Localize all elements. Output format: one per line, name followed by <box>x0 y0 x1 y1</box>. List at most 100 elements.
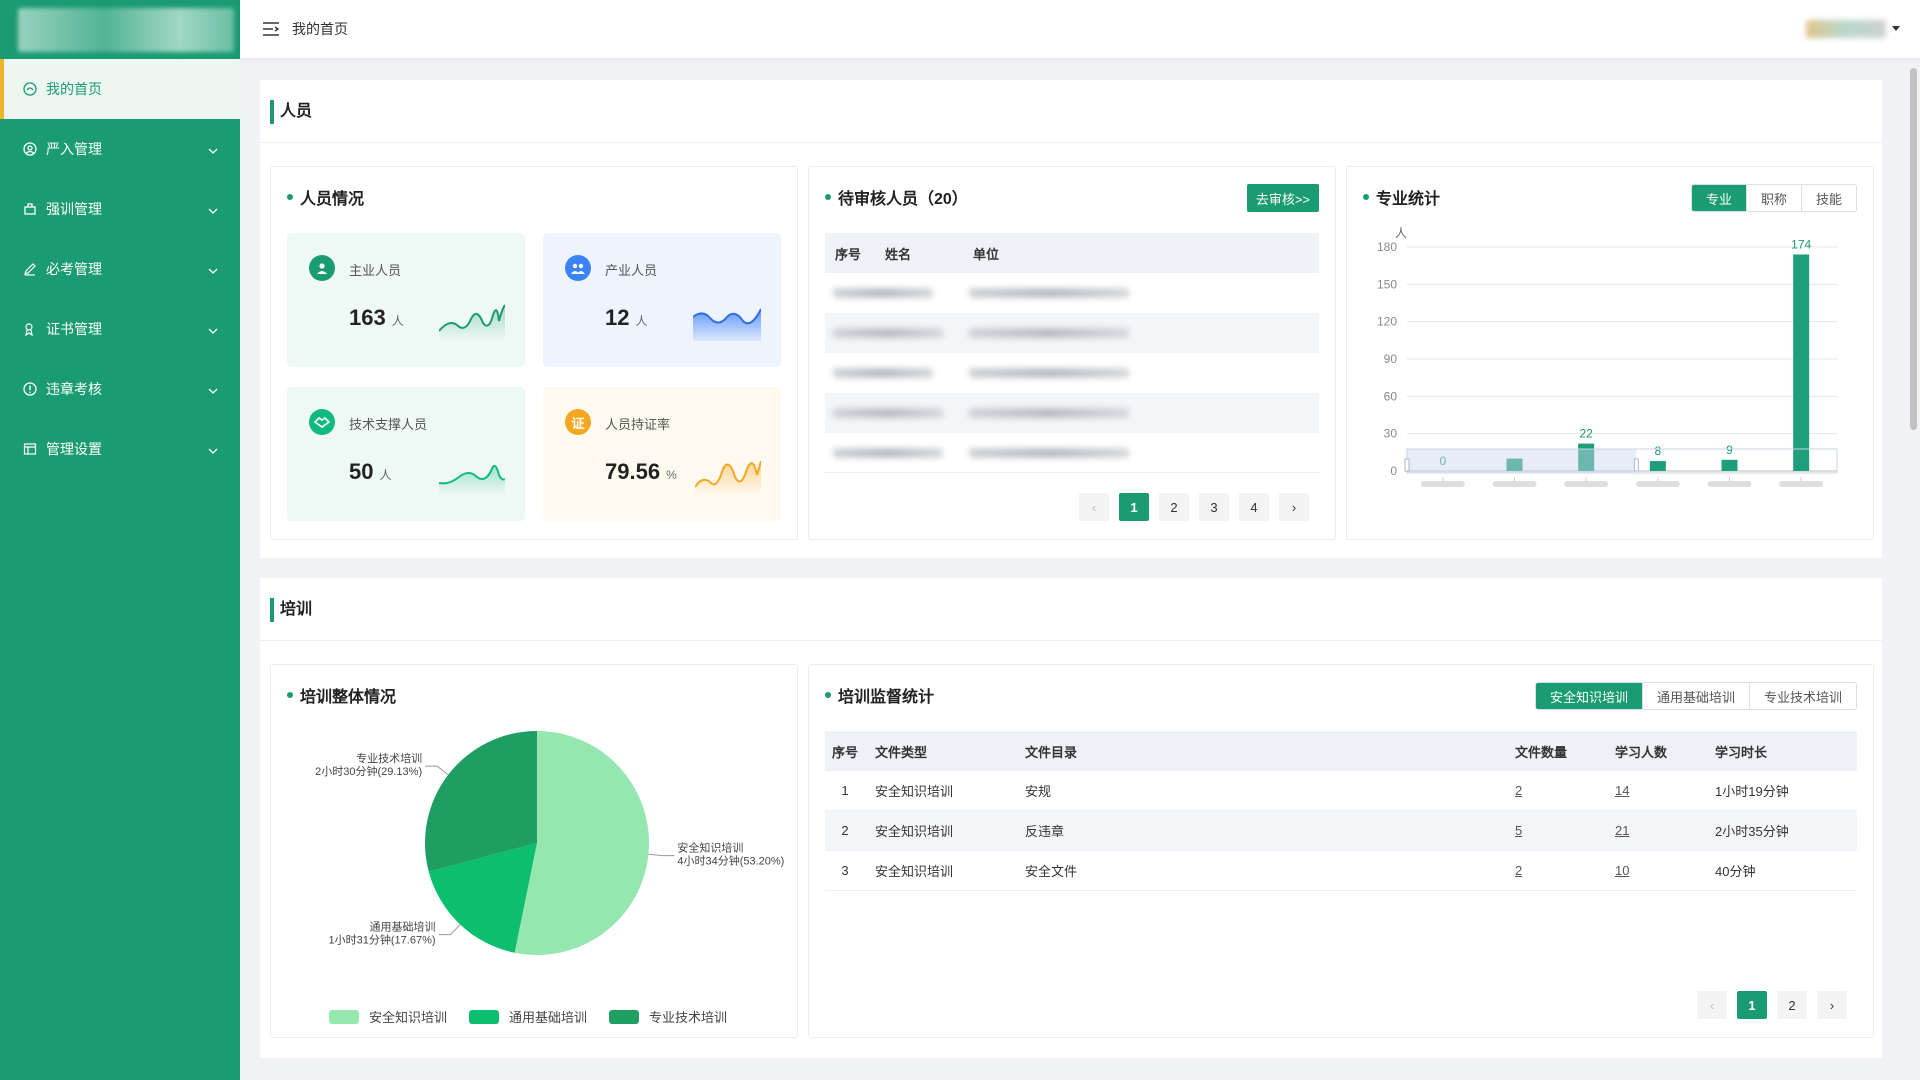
table-row[interactable] <box>825 273 1319 313</box>
scrollbar-thumb[interactable] <box>1910 68 1917 430</box>
page-button[interactable]: 2 <box>1777 991 1807 1019</box>
card-title-text: 培训监督统计 <box>838 689 935 706</box>
page-button[interactable]: 1 <box>1119 493 1149 521</box>
stat-certification-rate[interactable]: 证 人员持证率 79.56% <box>543 387 781 521</box>
redacted-unit <box>969 328 1129 338</box>
chevron-down-icon <box>208 261 218 277</box>
learners-link[interactable]: 14 <box>1615 783 1629 798</box>
table-row[interactable] <box>825 353 1319 393</box>
logo-image <box>18 7 234 52</box>
table-row[interactable]: 2 安全知识培训 反违章 5 21 2小时35分钟 <box>825 811 1857 851</box>
page-button[interactable]: 3 <box>1199 493 1229 521</box>
tab-major[interactable]: 专业 <box>1691 185 1746 211</box>
learners-link[interactable]: 21 <box>1615 823 1629 838</box>
title-dot <box>287 194 293 200</box>
divider <box>260 142 1882 143</box>
bar <box>1793 254 1810 471</box>
go-review-button[interactable]: 去审核>> <box>1246 184 1319 212</box>
learners-cell: 14 <box>1605 783 1705 798</box>
card-title: 专业统计 <box>1363 185 1440 209</box>
bar-value-label: 9 <box>1726 443 1733 457</box>
sidebar-item-label: 违章考核 <box>46 381 102 397</box>
sidebar-item-settings[interactable]: 管理设置 <box>0 419 240 479</box>
page-button[interactable]: 2 <box>1159 493 1189 521</box>
table-header: 序号 文件类型 文件目录 文件数量 学习人数 学习时长 <box>825 731 1857 771</box>
next-page-button[interactable]: › <box>1817 991 1847 1019</box>
table-row[interactable]: 1 安全知识培训 安规 2 14 1小时19分钟 <box>825 771 1857 811</box>
table-row[interactable] <box>825 393 1319 433</box>
caret-down-icon[interactable] <box>1892 26 1900 31</box>
pagination: ‹ 1 2 › <box>1697 991 1847 1019</box>
stat-tech-support[interactable]: 技术支撑人员 50 人 <box>287 387 525 521</box>
file-count-cell: 2 <box>1505 863 1605 878</box>
stat-value: 50 人 <box>349 459 392 485</box>
column-header: 文件数量 <box>1515 744 1568 760</box>
slice-name-label: 通用基础培训 <box>370 920 436 934</box>
learners-link[interactable]: 10 <box>1615 863 1629 878</box>
prev-page-button[interactable]: ‹ <box>1079 493 1109 521</box>
page-button[interactable]: 1 <box>1737 991 1767 1019</box>
y-tick-label: 90 <box>1384 352 1398 366</box>
card-title: 人员情况 <box>287 185 364 209</box>
card-title: 待审核人员（20） <box>825 185 968 209</box>
sidebar-item-training[interactable]: 强训管理 <box>0 179 240 239</box>
file-count-link[interactable]: 5 <box>1515 823 1522 838</box>
table-row[interactable] <box>825 313 1319 353</box>
sidebar-item-entry[interactable]: 严入管理 <box>0 119 240 179</box>
x-tick-label-redacted <box>1707 481 1752 487</box>
sidebar: 我的首页 严入管理 强训管理 必考管理 证书管理 违章考核 管理设置 <box>0 0 240 1080</box>
bar-value-label: 8 <box>1654 444 1661 458</box>
slice-name-label: 安全知识培训 <box>677 841 743 855</box>
column-header: 姓名 <box>885 246 912 262</box>
table-row[interactable] <box>825 433 1319 473</box>
tab-technical-training[interactable]: 专业技术培训 <box>1748 683 1856 709</box>
redacted-name <box>833 288 933 298</box>
section-title: 人员 <box>270 100 312 124</box>
tab-title[interactable]: 职称 <box>1745 185 1801 211</box>
file-directory: 反违章 <box>1025 824 1065 839</box>
column-header: 文件目录 <box>1025 744 1078 760</box>
menu-toggle-icon[interactable] <box>262 22 280 36</box>
legend-item[interactable]: 专业技术培训 <box>609 1007 727 1026</box>
training-pie-chart: 安全知识培训4小时34分钟(53.20%) 通用基础培训1小时31分钟(17.67… <box>315 731 784 955</box>
next-page-button[interactable]: › <box>1279 493 1309 521</box>
page-scrollbar[interactable] <box>1908 62 1918 1062</box>
certificate-icon <box>22 321 38 337</box>
legend-item[interactable]: 通用基础培训 <box>469 1007 587 1026</box>
sparkline-icon <box>439 464 505 495</box>
handshake-icon <box>309 409 335 435</box>
stat-main-staff[interactable]: 主业人员 163 人 <box>287 233 525 367</box>
sidebar-item-home[interactable]: 我的首页 <box>0 59 240 119</box>
bar-value-label: 22 <box>1579 427 1593 441</box>
stat-industry-staff[interactable]: 产业人员 12 人 <box>543 233 781 367</box>
top-bar: 我的首页 <box>240 0 1920 59</box>
table-row[interactable]: 3 安全知识培训 安全文件 2 10 40分钟 <box>825 851 1857 891</box>
personnel-section: 人员 人员情况 主业人员 163 人 产业人员 12 人 技术支撑人员 50 人… <box>260 80 1882 558</box>
sidebar-item-exam[interactable]: 必考管理 <box>0 239 240 299</box>
card-title: 培训监督统计 <box>825 683 934 707</box>
file-count-link[interactable]: 2 <box>1515 783 1522 798</box>
slice-value-label: 2小时30分钟(29.13%) <box>315 764 422 778</box>
legend-label: 通用基础培训 <box>509 1010 588 1025</box>
stat-label: 技术支撑人员 <box>349 417 428 432</box>
sidebar-item-certificate[interactable]: 证书管理 <box>0 299 240 359</box>
user-name[interactable] <box>1806 20 1886 38</box>
stat-value: 79.56% <box>605 459 677 485</box>
prev-page-button[interactable]: ‹ <box>1697 991 1727 1019</box>
stat-number: 79.56 <box>605 459 661 484</box>
bar <box>1649 461 1666 471</box>
legend-item[interactable]: 安全知识培训 <box>329 1007 447 1026</box>
sidebar-item-label: 我的首页 <box>46 81 102 97</box>
file-count-link[interactable]: 2 <box>1515 863 1522 878</box>
legend-label: 安全知识培训 <box>369 1010 448 1025</box>
tab-skill[interactable]: 技能 <box>1800 185 1856 211</box>
tab-safety-training[interactable]: 安全知识培训 <box>1535 683 1642 709</box>
sparkline-icon <box>439 304 505 341</box>
sidebar-item-label: 严入管理 <box>46 141 102 157</box>
sidebar-item-label: 必考管理 <box>46 261 102 277</box>
sidebar-item-violation[interactable]: 违章考核 <box>0 359 240 419</box>
y-tick-label: 120 <box>1377 315 1397 329</box>
zoom-slider-window <box>1407 449 1637 473</box>
tab-basic-training[interactable]: 通用基础培训 <box>1641 683 1749 709</box>
page-button[interactable]: 4 <box>1239 493 1269 521</box>
